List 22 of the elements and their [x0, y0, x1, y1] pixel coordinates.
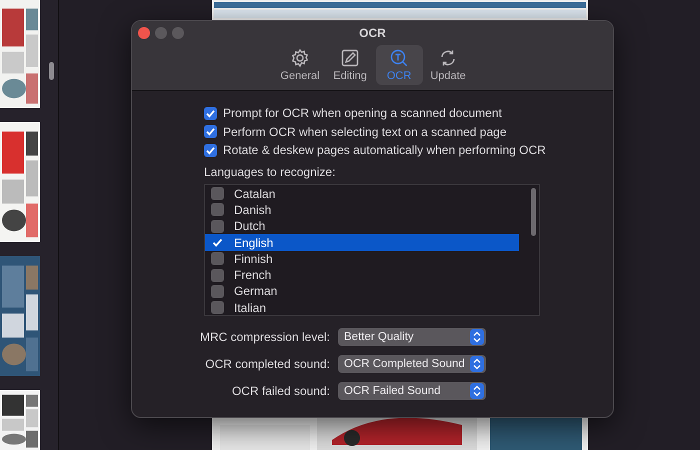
toolbar-tab[interactable]: Update: [424, 45, 472, 85]
language-row[interactable]: Italian: [205, 300, 519, 316]
popup-button[interactable]: OCR Failed Sound: [338, 382, 486, 400]
language-row[interactable]: Catalan: [205, 186, 519, 202]
language-row[interactable]: German: [205, 283, 519, 300]
language-row[interactable]: French: [205, 266, 519, 284]
language-row[interactable]: Dutch: [205, 218, 519, 234]
section-label: Languages to recognize:: [204, 164, 336, 180]
toolbar-tab[interactable]: General: [275, 45, 325, 85]
window-title: OCR: [359, 26, 386, 40]
option-label: Rotate & deskew pages automatically when performing OCR: [223, 143, 546, 158]
setting-label: MRC compression level:: [198, 330, 330, 344]
language-row[interactable]: Danish: [205, 202, 519, 218]
option-label: Perform OCR when selecting text on a scanned page: [223, 124, 506, 139]
toolbar-tab[interactable]: Editing: [326, 45, 374, 85]
popup-button[interactable]: Better Quality: [338, 328, 486, 346]
language-row[interactable]: English: [205, 234, 519, 251]
popup-button[interactable]: OCR Completed Sound: [338, 354, 486, 372]
setting-label: OCR completed sound:: [204, 356, 330, 370]
setting-label: OCR failed sound:: [230, 384, 330, 398]
option-label: Prompt for OCR when opening a scanned document: [223, 106, 502, 120]
language-row[interactable]: Finnish: [205, 250, 519, 267]
